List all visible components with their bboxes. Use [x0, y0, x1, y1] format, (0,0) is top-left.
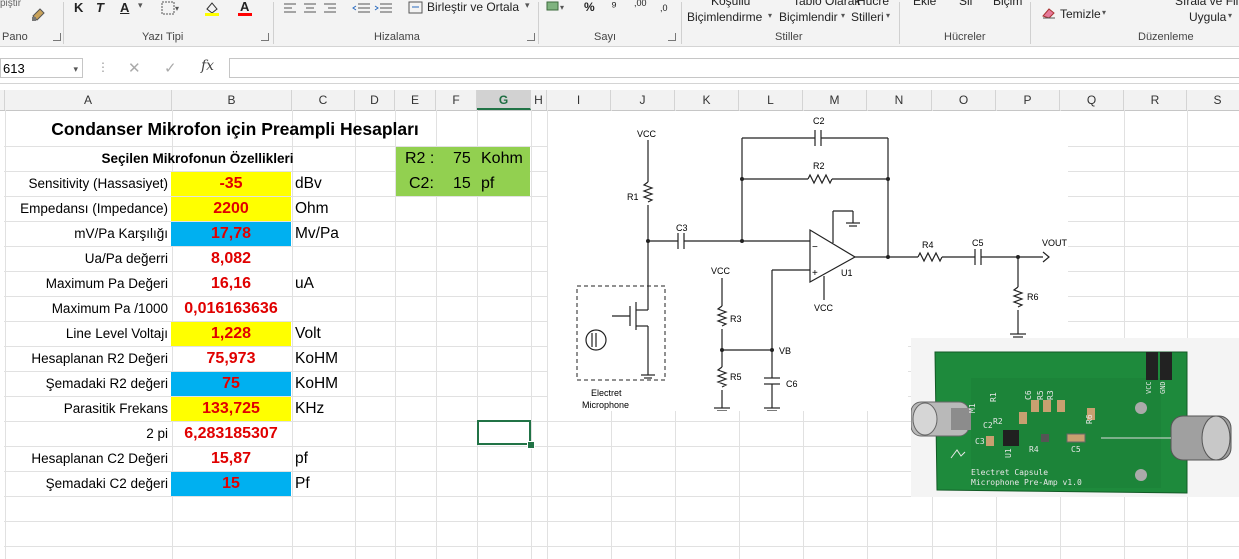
label-c6: C6: [786, 379, 798, 389]
row-label[interactable]: Şemadaki C2 değeri: [5, 472, 171, 496]
fill-handle[interactable]: [527, 441, 535, 449]
label-r4: R4: [922, 240, 934, 250]
row-unit[interactable]: [292, 297, 392, 321]
row-label[interactable]: Maximum Pa /1000: [5, 297, 171, 321]
row-value[interactable]: 75: [171, 372, 291, 396]
row-unit[interactable]: [292, 422, 392, 446]
pcb-gnd: GND: [1159, 381, 1167, 394]
label-r2: R2: [813, 161, 825, 171]
row-value[interactable]: 0,016163636: [171, 297, 291, 321]
label-u1: U1: [841, 268, 853, 278]
row-unit[interactable]: Volt: [292, 322, 392, 346]
pcb-c3: C3: [975, 437, 985, 446]
row-label[interactable]: Maximum Pa Değeri: [5, 272, 171, 296]
pcb-r6: R6: [1085, 414, 1094, 424]
specs-subtitle[interactable]: Seçilen Mikrofonun Özellikleri: [5, 147, 390, 171]
label-r1: R1: [627, 192, 639, 202]
row-label[interactable]: Hesaplanan R2 Değeri: [5, 347, 171, 371]
row-unit[interactable]: uA: [292, 272, 392, 296]
row-label[interactable]: Hesaplanan C2 Değeri: [5, 447, 171, 471]
row-label[interactable]: Şemadaki R2 değeri: [5, 372, 171, 396]
row-value[interactable]: 15: [171, 472, 291, 496]
row-value[interactable]: 8,082: [171, 247, 291, 271]
row-label[interactable]: Line Level Voltajı: [5, 322, 171, 346]
pcb-photo-drawing: Electret Capsule Microphone Pre-Amp v1.0…: [911, 351, 1232, 494]
summary-c2-unit[interactable]: pf: [478, 172, 530, 196]
row-value[interactable]: 2200: [171, 197, 291, 221]
row-value[interactable]: 75,973: [171, 347, 291, 371]
pcb-m1: M1: [968, 403, 977, 413]
row-label[interactable]: mV/Pa Karşılığı: [5, 222, 171, 246]
row-label[interactable]: Empedansı (Impedance): [5, 197, 171, 221]
pcb-c2: C2: [983, 421, 993, 430]
label-vcc-top: VCC: [637, 129, 657, 139]
label-vcc-u1: VCC: [814, 303, 834, 313]
row-value[interactable]: 6,283185307: [171, 422, 291, 446]
row-unit[interactable]: KoHM: [292, 372, 392, 396]
row-unit[interactable]: KoHM: [292, 347, 392, 371]
label-r5: R5: [730, 372, 742, 382]
pcb-r3: R3: [1046, 390, 1055, 400]
summary-c2-value[interactable]: 15: [450, 172, 480, 196]
label-c2: C2: [813, 116, 825, 126]
label-vb: VB: [779, 346, 791, 356]
label-mic-1: Electret: [591, 388, 622, 398]
grid-row-line: [4, 521, 1239, 522]
pcb-silk-1: Electret Capsule: [971, 468, 1048, 477]
pcb-silk-2: Microphone Pre-Amp v1.0: [971, 478, 1082, 487]
pcb-c6: C6: [1024, 390, 1033, 400]
row-unit[interactable]: pf: [292, 447, 392, 471]
label-c3: C3: [676, 223, 688, 233]
label-r6: R6: [1027, 292, 1039, 302]
label-vcc-mid: VCC: [711, 266, 731, 276]
pcb-u1: U1: [1004, 448, 1013, 458]
pcb-photo[interactable]: Electret Capsule Microphone Pre-Amp v1.0…: [911, 338, 1239, 497]
row-label[interactable]: 2 pi: [5, 422, 171, 446]
schematic-image[interactable]: − + VCC R1 C3 C2 R2 U1 VCC VCC R3 VB R5 C…: [548, 111, 1043, 412]
row-unit[interactable]: Mv/Pa: [292, 222, 392, 246]
selected-cell[interactable]: [477, 420, 531, 445]
label-mic-2: Microphone: [582, 400, 629, 410]
row-label[interactable]: Sensitivity (Hassasiyet): [5, 172, 171, 196]
pcb-r4: R4: [1029, 445, 1039, 454]
row-value[interactable]: 16,16: [171, 272, 291, 296]
svg-text:+: +: [812, 268, 818, 279]
grid-column-line: [531, 110, 532, 559]
row-unit[interactable]: KHz: [292, 397, 392, 421]
pcb-c5: C5: [1071, 445, 1081, 454]
pcb-r1: R1: [989, 392, 998, 402]
sheet-title[interactable]: Condanser Mikrofon için Preampli Hesapla…: [5, 115, 465, 143]
svg-text:−: −: [812, 242, 818, 253]
summary-r2-name[interactable]: R2 :: [402, 147, 442, 171]
pcb-vcc: VCC: [1145, 381, 1153, 394]
row-unit[interactable]: Ohm: [292, 197, 392, 221]
row-label[interactable]: Ua/Pa değerri: [5, 247, 171, 271]
row-unit[interactable]: [292, 247, 392, 271]
row-value[interactable]: 1,228: [171, 322, 291, 346]
summary-r2-value[interactable]: 75: [450, 147, 480, 171]
row-unit[interactable]: Pf: [292, 472, 392, 496]
summary-r2-unit[interactable]: Kohm: [478, 147, 530, 171]
row-unit[interactable]: dBv: [292, 172, 392, 196]
schematic-image-right[interactable]: R4 C5 VOUT R6: [888, 111, 1068, 341]
summary-c2-name[interactable]: C2:: [406, 172, 446, 196]
row-label[interactable]: Parasitik Frekans: [5, 397, 171, 421]
preamp-schematic-output: R4 C5 VOUT R6: [888, 238, 1068, 338]
pcb-r5: R5: [1036, 390, 1045, 400]
row-value[interactable]: -35: [171, 172, 291, 196]
preamp-schematic: − + VCC R1 C3 C2 R2 U1 VCC VCC R3 VB R5 C…: [576, 116, 1043, 412]
label-vout: VOUT: [1042, 238, 1068, 248]
label-r3: R3: [730, 314, 742, 324]
pcb-r2: R2: [993, 417, 1003, 426]
grid-row-line: [4, 546, 1239, 547]
row-value[interactable]: 15,87: [171, 447, 291, 471]
row-value[interactable]: 133,725: [171, 397, 291, 421]
label-c5: C5: [972, 238, 984, 248]
row-value[interactable]: 17,78: [171, 222, 291, 246]
